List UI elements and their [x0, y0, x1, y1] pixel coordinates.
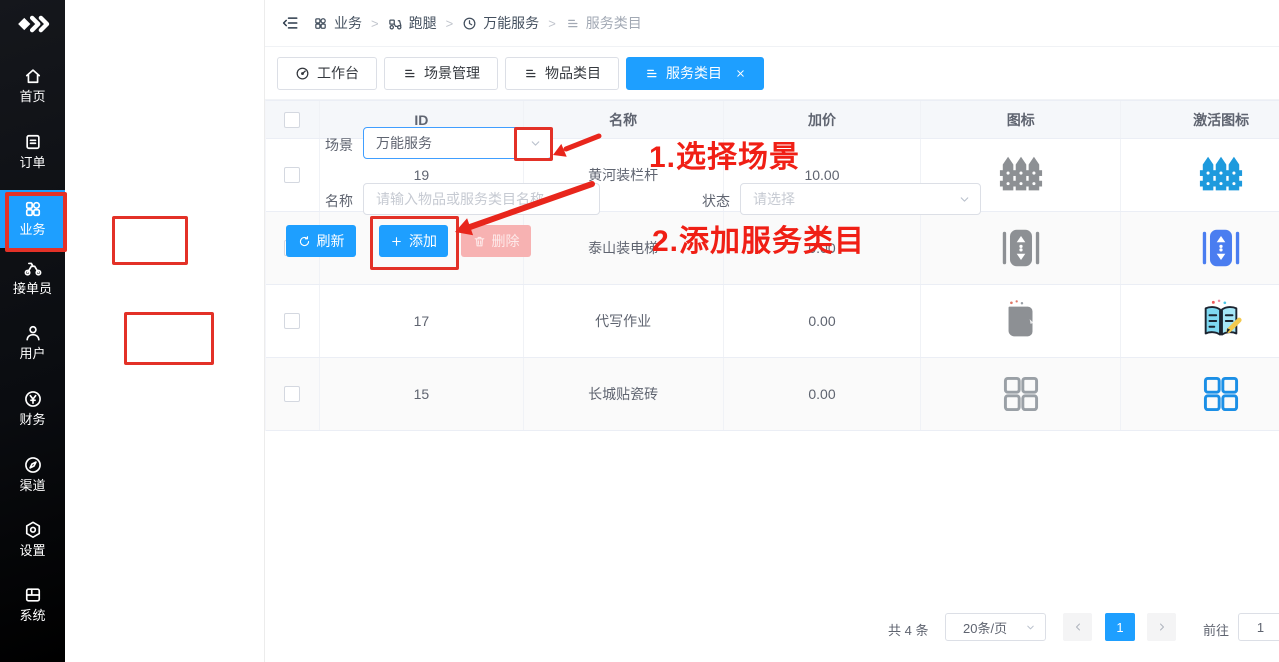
grid-icon [313, 16, 328, 31]
name-label: 名称 [325, 191, 353, 211]
delete-button[interactable]: 删除 [461, 225, 531, 257]
notebook-active-icon [1121, 285, 1279, 357]
breadcrumb-separator: > [548, 16, 556, 31]
plus-icon [390, 235, 403, 248]
row-checkbox[interactable] [284, 313, 300, 329]
main-area: 业务 > 跑腿 > 万能服务 > 服务类目 工作台 场景管理 物品类目 [265, 0, 1279, 662]
page-size-select[interactable]: 20条/页 [945, 613, 1046, 641]
tab-item-category[interactable]: 物品类目 [505, 57, 619, 90]
rail-label: 业务 [0, 222, 65, 237]
side-submenu [65, 0, 265, 662]
user-icon [23, 323, 43, 343]
select-all-cell [266, 101, 320, 138]
status-select[interactable]: 请选择 [740, 183, 981, 215]
prev-page-button[interactable] [1063, 613, 1092, 641]
select-all-checkbox[interactable] [284, 112, 300, 128]
header-icon: 图标 [921, 101, 1121, 138]
breadcrumb-item-paotui[interactable]: 跑腿 [388, 13, 437, 33]
tab-bar: 工作台 场景管理 物品类目 服务类目 [265, 47, 1279, 100]
trash-icon [473, 235, 486, 248]
courier-icon [23, 258, 43, 278]
rail-label: 订单 [0, 155, 65, 170]
tiles-icon [921, 358, 1121, 430]
tiles-active-icon [1121, 358, 1279, 430]
breadcrumb: 业务 > 跑腿 > 万能服务 > 服务类目 [265, 0, 1279, 47]
next-page-button[interactable] [1147, 613, 1176, 641]
elevator-icon [921, 212, 1121, 284]
tab-workbench[interactable]: 工作台 [277, 57, 377, 90]
chevron-left-icon [1072, 621, 1084, 633]
rail-label: 用户 [0, 346, 65, 361]
home-icon [23, 66, 43, 86]
scene-label: 场景 [325, 135, 353, 155]
header-active-icon: 激活图标 [1121, 101, 1279, 138]
system-icon [23, 585, 43, 605]
tab-service-category[interactable]: 服务类目 [626, 57, 764, 90]
fold-sidebar-icon[interactable] [281, 14, 299, 32]
rail-label: 财务 [0, 412, 65, 427]
annotation-step1: 1.选择场景 [649, 132, 800, 176]
goto-label: 前往 [1203, 620, 1229, 639]
list-icon [523, 66, 538, 81]
rail-item-settings[interactable]: 设置 [0, 520, 65, 558]
chevron-down-icon [1025, 622, 1036, 633]
rail-label: 接单员 [0, 281, 65, 296]
status-label: 状态 [702, 191, 730, 211]
business-grid-icon [23, 199, 43, 219]
table-row: 17 代写作业 0.00 [266, 285, 1279, 358]
dashboard-icon [295, 66, 310, 81]
refresh-button[interactable]: 刷新 [286, 225, 356, 257]
rail-item-users[interactable]: 用户 [0, 323, 65, 361]
list-icon [402, 66, 417, 81]
goto-page-input[interactable]: 1 [1238, 613, 1279, 641]
rail-item-finance[interactable]: 财务 [0, 389, 65, 427]
tab-scene-mgmt[interactable]: 场景管理 [384, 57, 498, 90]
settings-icon [23, 520, 43, 540]
breadcrumb-item-service-category: 服务类目 [565, 13, 642, 33]
breadcrumb-separator: > [371, 16, 379, 31]
rail-item-home[interactable]: 首页 [0, 66, 65, 104]
logo-icon [11, 10, 55, 38]
notebook-icon [921, 285, 1121, 357]
rail-item-orders[interactable]: 订单 [0, 132, 65, 170]
rail-item-business[interactable]: 业务 [0, 190, 65, 248]
finance-icon [23, 389, 43, 409]
rail-label: 首页 [0, 89, 65, 104]
scene-select[interactable]: 万能服务 [363, 127, 552, 159]
name-input[interactable]: 请输入物品或服务类目名称 [363, 183, 600, 215]
list-icon [644, 66, 659, 81]
add-button[interactable]: 添加 [379, 225, 448, 257]
rail-item-channel[interactable]: 渠道 [0, 455, 65, 493]
chevron-down-icon [529, 137, 542, 150]
app-rail: 首页 订单 业务 接单员 用户 财务 渠道 设置 系统 [0, 0, 65, 662]
table-row: 15 长城贴瓷砖 0.00 [266, 358, 1279, 431]
list-icon [565, 16, 580, 31]
current-page-button[interactable]: 1 [1105, 613, 1135, 641]
fence-active-icon [1121, 139, 1279, 211]
rail-item-system[interactable]: 系统 [0, 585, 65, 623]
app-logo[interactable] [0, 10, 65, 38]
row-checkbox[interactable] [284, 167, 300, 183]
chevron-right-icon [1156, 621, 1168, 633]
clock-icon [462, 16, 477, 31]
chevron-down-icon [958, 193, 971, 206]
refresh-icon [298, 235, 311, 248]
rail-label: 渠道 [0, 478, 65, 493]
breadcrumb-item-business[interactable]: 业务 [313, 13, 362, 33]
rail-label: 系统 [0, 608, 65, 623]
channel-icon [23, 455, 43, 475]
rail-label: 设置 [0, 543, 65, 558]
rail-item-courier[interactable]: 接单员 [0, 258, 65, 296]
order-icon [23, 132, 43, 152]
scooter-icon [388, 16, 403, 31]
elevator-active-icon [1121, 212, 1279, 284]
annotation-step2: 2.添加服务类目 [652, 216, 865, 260]
close-tab-icon[interactable] [735, 68, 746, 79]
breadcrumb-item-wanneng[interactable]: 万能服务 [462, 13, 539, 33]
breadcrumb-separator: > [446, 16, 454, 31]
row-checkbox[interactable] [284, 386, 300, 402]
total-count: 共 4 条 [888, 620, 928, 639]
